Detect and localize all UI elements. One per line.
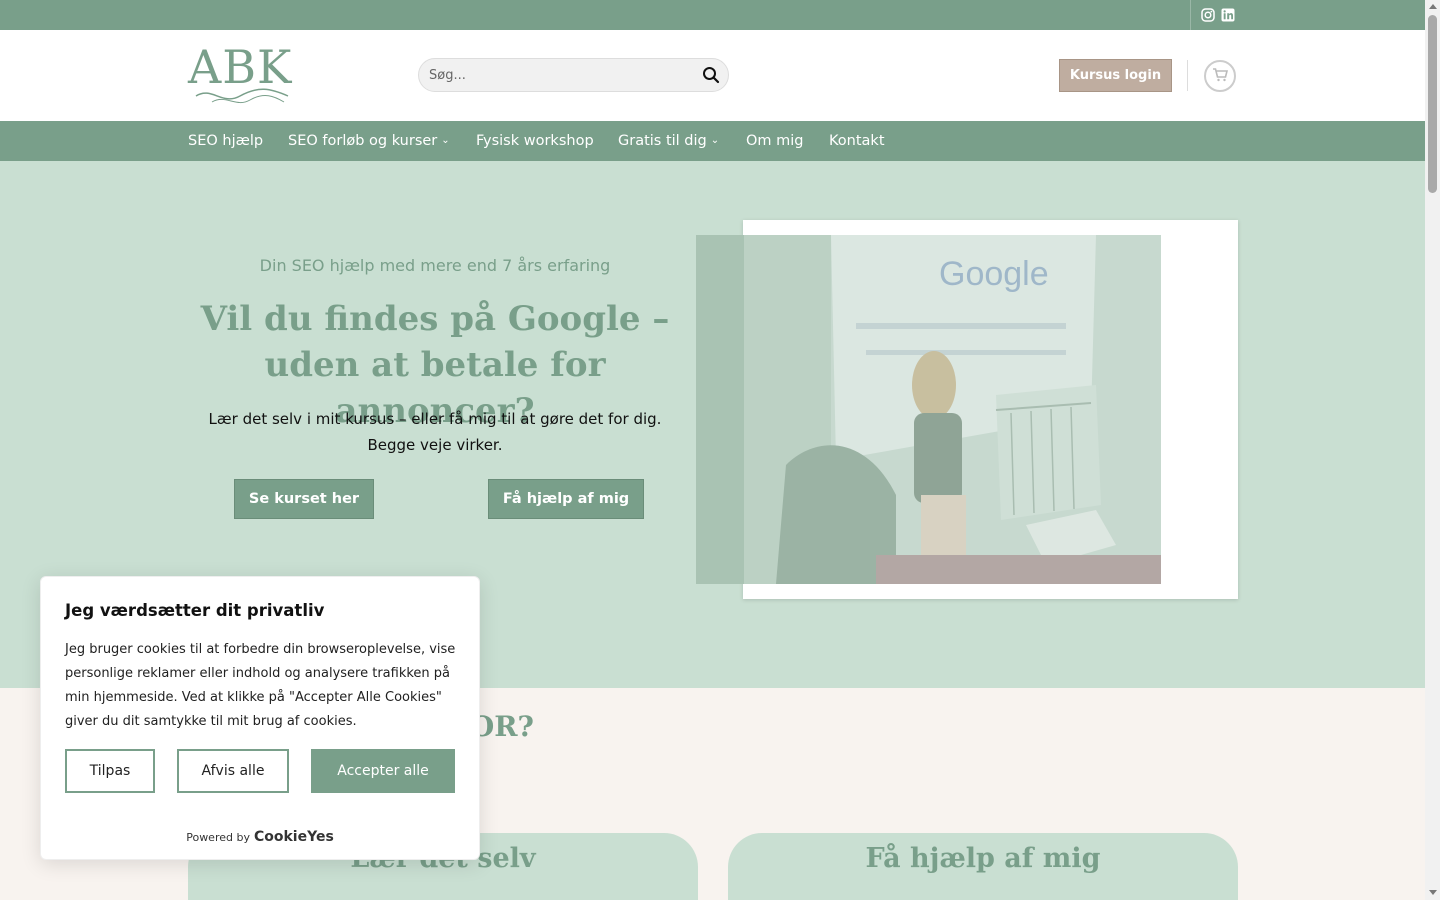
topbar-divider [1190,0,1191,30]
cookie-consent-dialog: Jeg værdsætter dit privatliv Jeg bruger … [40,576,480,860]
site-header: ABK Kursus login [0,30,1425,121]
scroll-up-icon[interactable] [1429,4,1437,9]
site-logo[interactable]: ABK [188,44,298,110]
course-login-button[interactable]: Kursus login [1059,59,1172,92]
page-scrollbar[interactable] [1425,0,1440,900]
search-box [418,58,729,92]
nav-item-seo-hjaelp[interactable]: SEO hjælp [188,121,263,161]
logo-swash-icon [195,88,289,104]
cookie-body: Jeg bruger cookies til at forbedre din b… [65,642,456,729]
scroll-down-icon[interactable] [1429,890,1437,895]
nav-item-label: SEO forløb og kurser [288,133,438,149]
powered-by: Powered by CookieYes [41,829,479,845]
nav-item-om-mig[interactable]: Om mig [746,121,804,161]
chevron-down-icon: ⌄ [710,135,720,146]
nav-item-seo-forloeb[interactable]: SEO forløb og kurser ⌄ [288,121,450,161]
nav-item-gratis[interactable]: Gratis til dig ⌄ [618,121,719,161]
nav-item-label: SEO hjælp [188,133,264,149]
cookie-accept-button[interactable]: Accepter alle [311,749,455,793]
search-input[interactable] [429,59,699,91]
nav-item-fysisk-workshop[interactable]: Fysisk workshop [476,121,594,161]
hero-photo: Google [696,235,1161,584]
cookie-reject-button[interactable]: Afvis alle [177,749,289,793]
get-help-button[interactable]: Få hjælp af mig [488,479,644,519]
nav-item-label: Gratis til dig [618,133,707,149]
header-divider [1187,60,1188,91]
chevron-down-icon: ⌄ [441,135,450,146]
cookie-title: Jeg værdsætter dit privatliv [65,601,325,620]
top-bar [0,0,1425,30]
cart-icon [1212,67,1229,86]
photo-screen-text: Google [939,255,1049,293]
nav-item-label: Om mig [746,133,804,149]
cookieyes-logo[interactable]: CookieYes [254,829,334,845]
search-icon[interactable] [702,66,720,84]
instagram-icon[interactable] [1201,7,1215,22]
main-nav: SEO hjælp SEO forløb og kurser ⌄ Fysisk w… [0,121,1425,161]
cart-button[interactable] [1204,60,1236,92]
card-get-help[interactable]: Få hjælp af mig [728,833,1238,900]
card-title: Få hjælp af mig [865,843,1101,874]
cookie-customize-button[interactable]: Tilpas [65,749,155,793]
powered-by-label: Powered by [186,831,250,844]
nav-item-label: Fysisk workshop [476,133,594,149]
scrollbar-thumb[interactable] [1428,15,1437,193]
see-course-button[interactable]: Se kurset her [234,479,374,519]
hero-subtitle: Din SEO hjælp med mere end 7 års erfarin… [259,256,611,275]
hero-text: Lær det selv i mit kursus – eller få mig… [208,410,662,454]
linkedin-icon[interactable] [1221,7,1235,22]
nav-item-label: Kontakt [829,133,885,149]
nav-item-kontakt[interactable]: Kontakt [829,121,885,161]
